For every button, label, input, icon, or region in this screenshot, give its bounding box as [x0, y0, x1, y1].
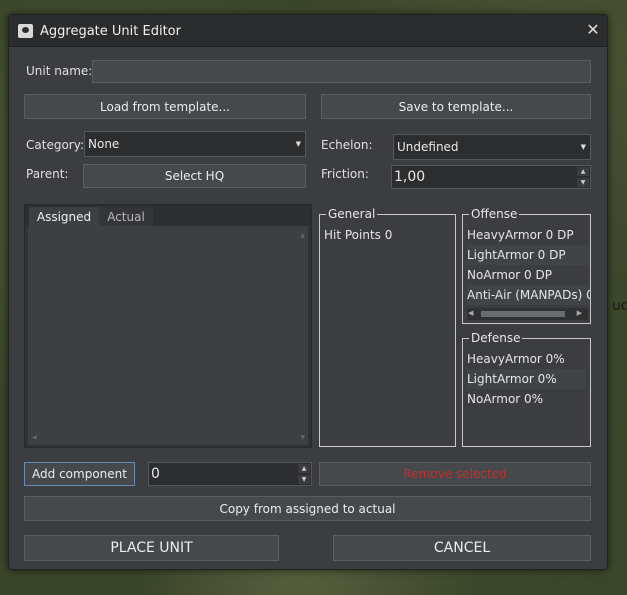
- friction-spinbox[interactable]: 1,00 ▲ ▼: [391, 165, 591, 189]
- component-count-value: 0: [151, 466, 160, 482]
- load-template-button[interactable]: Load from template...: [24, 94, 306, 119]
- offense-stat-row: HeavyArmor 0 DP: [467, 228, 574, 242]
- chevron-down-icon: ▼: [580, 143, 586, 151]
- copy-assigned-to-actual-button[interactable]: Copy from assigned to actual: [24, 496, 591, 521]
- assigned-components-list[interactable]: ▲ ▼ ◀: [28, 226, 308, 445]
- general-group: General Hit Points 0: [319, 208, 456, 447]
- friction-value: 1,00: [394, 169, 426, 185]
- offense-list: HeavyArmor 0 DP LightArmor 0 DP NoArmor …: [463, 215, 590, 323]
- spin-down-icon[interactable]: ▼: [577, 178, 589, 187]
- general-stat-row: Hit Points 0: [324, 228, 393, 242]
- place-unit-button[interactable]: PLACE UNIT: [24, 535, 279, 561]
- echelon-value: Undefined: [397, 140, 459, 154]
- remove-selected-button[interactable]: Remove selected: [319, 462, 591, 486]
- component-count-spinbox[interactable]: 0 ▲ ▼: [148, 462, 312, 486]
- scroll-left-icon[interactable]: ◀: [32, 434, 37, 441]
- offense-horizontal-scrollbar[interactable]: ◀ ▶: [467, 308, 588, 320]
- title-bar: Aggregate Unit Editor ✕: [9, 15, 607, 47]
- tab-bar: Assigned Actual: [25, 205, 311, 226]
- spin-down-icon[interactable]: ▼: [298, 475, 310, 484]
- tab-assigned[interactable]: Assigned: [29, 207, 99, 226]
- offense-group: Offense HeavyArmor 0 DP LightArmor 0 DP …: [462, 208, 591, 324]
- echelon-select[interactable]: Undefined ▼: [393, 134, 591, 160]
- tab-actual[interactable]: Actual: [99, 207, 153, 226]
- aggregate-unit-editor-dialog: Aggregate Unit Editor ✕ Unit name: Load …: [8, 14, 608, 570]
- friction-label: Friction:: [321, 167, 369, 181]
- select-hq-button[interactable]: Select HQ: [83, 164, 306, 188]
- category-value: None: [88, 137, 120, 151]
- scrollbar-thumb[interactable]: [481, 311, 565, 317]
- defense-title: Defense: [469, 331, 523, 345]
- add-component-button[interactable]: Add component: [24, 462, 135, 486]
- parent-label: Parent:: [26, 167, 69, 181]
- general-title: General: [326, 207, 378, 221]
- category-select[interactable]: None ▼: [84, 131, 306, 157]
- defense-stat-row: HeavyArmor 0%: [467, 352, 565, 366]
- unit-name-label: Unit name:: [26, 64, 93, 78]
- unit-name-input[interactable]: [92, 60, 591, 83]
- spin-up-icon[interactable]: ▲: [577, 167, 589, 176]
- category-label: Category:: [26, 138, 84, 152]
- offense-stat-row: LightArmor 0 DP: [467, 245, 590, 265]
- defense-stat-row: LightArmor 0%: [467, 369, 586, 389]
- background-map-text: uds: [612, 298, 627, 314]
- scroll-right-icon[interactable]: ▶: [577, 309, 582, 317]
- component-panel: Assigned Actual ▲ ▼ ◀: [24, 204, 312, 448]
- chevron-down-icon: ▼: [295, 140, 301, 148]
- defense-group: Defense HeavyArmor 0% LightArmor 0% NoAr…: [462, 332, 591, 447]
- close-icon[interactable]: ✕: [583, 20, 603, 40]
- offense-stat-row: Anti-Air (MANPADs) 0: [467, 285, 590, 305]
- window-title: Aggregate Unit Editor: [40, 24, 181, 39]
- app-skull-icon: [18, 24, 33, 38]
- offense-stat-row: NoArmor 0 DP: [467, 268, 552, 282]
- spin-up-icon[interactable]: ▲: [298, 464, 310, 473]
- scroll-left-icon[interactable]: ◀: [468, 309, 473, 317]
- cancel-button[interactable]: CANCEL: [333, 535, 591, 561]
- save-template-button[interactable]: Save to template...: [321, 94, 591, 119]
- scroll-down-icon[interactable]: ▼: [300, 434, 305, 441]
- echelon-label: Echelon:: [321, 138, 373, 152]
- defense-stat-row: NoArmor 0%: [467, 392, 544, 406]
- scroll-up-icon[interactable]: ▲: [300, 232, 305, 239]
